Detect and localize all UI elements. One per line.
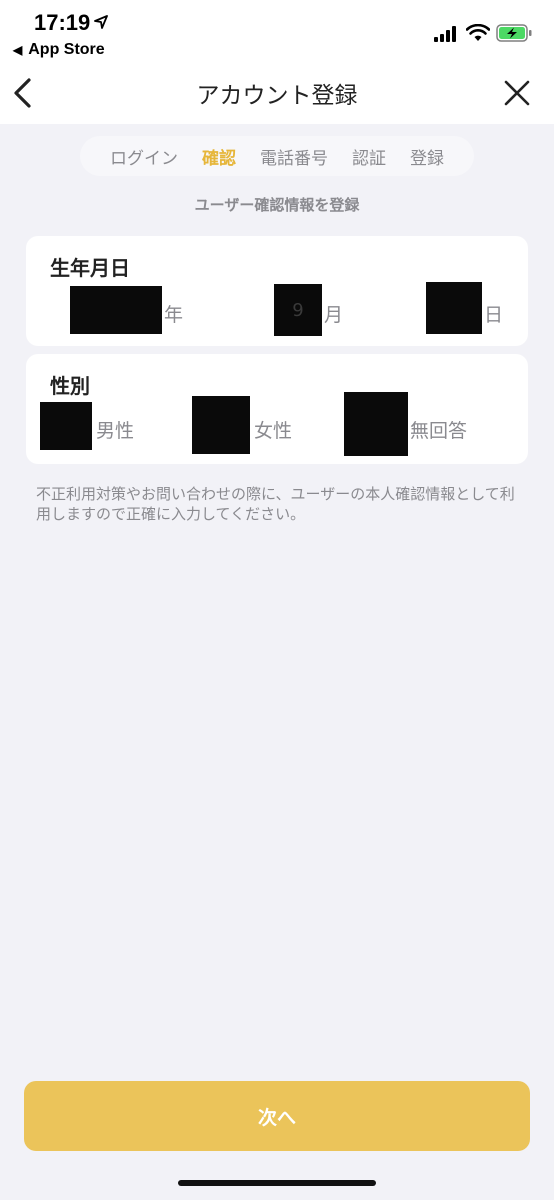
status-time: 17:19	[34, 10, 91, 35]
wifi-icon	[466, 24, 490, 41]
back-app-label: App Store	[28, 41, 105, 58]
gender-none-label[interactable]: 無回答	[410, 416, 467, 443]
battery-charging-icon	[496, 24, 532, 42]
year-input[interactable]	[70, 286, 162, 334]
step-indicator: ログイン 確認 電話番号 認証 登録	[80, 136, 474, 176]
gender-card: 性別 男性 女性 無回答	[26, 354, 528, 464]
day-unit-label: 日	[484, 304, 504, 326]
birthdate-title: 生年月日	[50, 256, 130, 280]
year-unit-label: 年	[164, 304, 184, 326]
close-icon[interactable]	[502, 78, 532, 108]
step-login: ログイン	[110, 148, 178, 169]
day-input[interactable]	[426, 282, 482, 334]
back-triangle-icon: ◀	[13, 43, 23, 57]
month-unit-label: 月	[324, 304, 344, 326]
cellular-signal-icon	[434, 26, 456, 42]
gender-title: 性別	[50, 374, 90, 398]
back-to-app-store[interactable]: ◀ App Store	[13, 41, 105, 59]
gender-female-label[interactable]: 女性	[254, 416, 292, 443]
status-bar: 17:19 ◀ App Store	[0, 0, 554, 66]
step-verify: 認証	[352, 148, 386, 169]
step-confirm: 確認	[202, 148, 236, 169]
info-note: 不正利用対策やお問い合わせの際に、ユーザーの本人確認情報として利用しますので正確…	[36, 485, 515, 523]
navigation-bar: アカウント登録	[0, 66, 554, 124]
gender-male-label[interactable]: 男性	[96, 416, 134, 443]
location-arrow-icon	[94, 15, 108, 29]
birthdate-card: 生年月日 年 9 月 日	[26, 236, 528, 346]
gender-male-radio[interactable]	[40, 402, 92, 450]
step-phone: 電話番号	[260, 148, 328, 169]
month-value: 9	[292, 300, 304, 321]
next-button[interactable]: 次へ	[24, 1081, 530, 1151]
gender-none-radio[interactable]	[344, 392, 408, 456]
home-indicator	[178, 1180, 376, 1186]
page-title: アカウント登録	[196, 83, 358, 109]
gender-female-radio[interactable]	[192, 396, 250, 454]
step-register: 登録	[410, 148, 444, 169]
section-subtitle: ユーザー確認情報を登録	[194, 196, 360, 214]
